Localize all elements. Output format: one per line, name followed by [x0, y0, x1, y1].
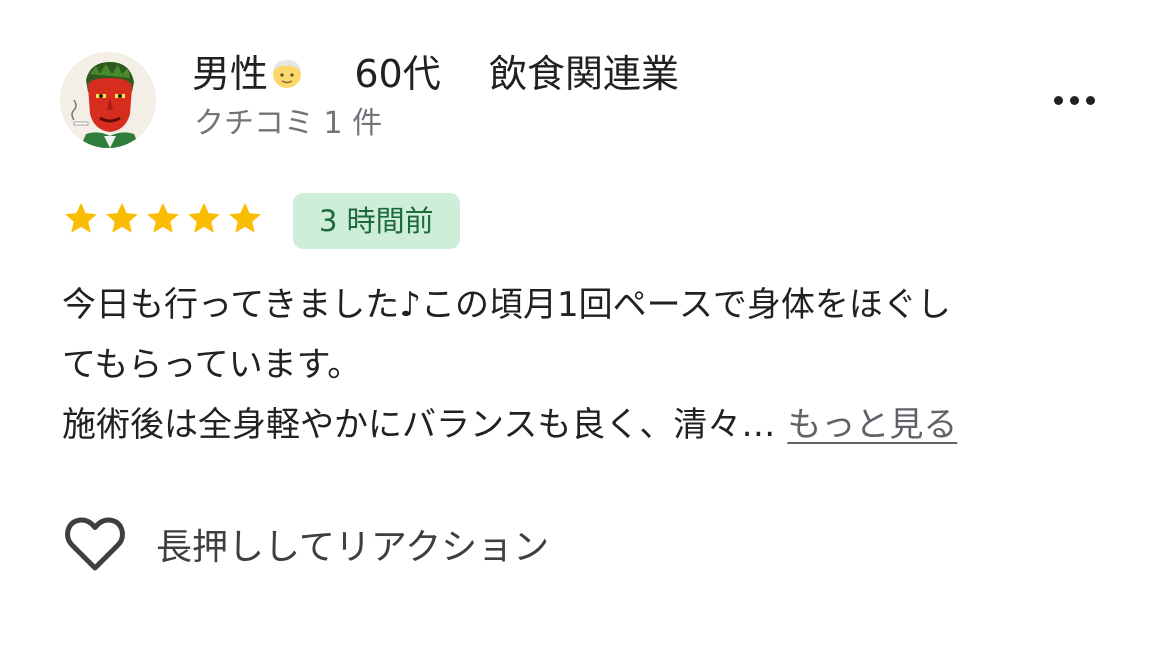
heart-outline-icon [65, 517, 125, 571]
review-count: クチコミ 1 件 [194, 106, 383, 141]
reaction-label: 長押ししてリアクション [156, 527, 550, 568]
reaction-button[interactable]: 長押ししてリアクション [64, 512, 549, 576]
star-icon [106, 202, 138, 233]
star-rating [62, 200, 264, 238]
star-icon [188, 202, 220, 233]
review-line-last: 施術後は全身軽やかにバランスも良く、清々… もっと見る [62, 395, 1122, 455]
avatar-portrait-icon [60, 52, 156, 148]
more-horiz-icon [1053, 95, 1063, 105]
review-card: 男性 60代 飲食関連業 クチコミ 1 件 3 時間前 今日も行ってきました♪こ… [0, 0, 1170, 650]
more-dot [1069, 95, 1079, 105]
star-icon [229, 202, 261, 233]
star-icon [147, 202, 179, 233]
review-line: てもらっています。 [62, 345, 362, 385]
review-line-text: 施術後は全身軽やかにバランスも良く、清々… [62, 405, 776, 445]
review-line: 今日も行ってきました♪この頃月1回ペースで身体をほぐし [62, 285, 951, 325]
read-more-link[interactable]: もっと見る [787, 405, 957, 445]
more-options-button[interactable] [1042, 86, 1106, 114]
star-icon [65, 202, 97, 233]
older-man-emoji-icon [273, 60, 302, 88]
time-ago-badge: 3 時間前 [293, 193, 460, 249]
user-name[interactable]: 男性 60代 飲食関連業 [192, 50, 679, 98]
user-avatar[interactable] [60, 52, 156, 148]
more-dot [1085, 95, 1095, 105]
user-occupation: 飲食関連業 [489, 52, 680, 96]
user-age: 60代 [354, 52, 441, 96]
review-text: 今日も行ってきました♪この頃月1回ペースで身体をほぐし てもらっています。 施術… [62, 275, 1122, 455]
user-gender: 男性 [192, 52, 269, 96]
